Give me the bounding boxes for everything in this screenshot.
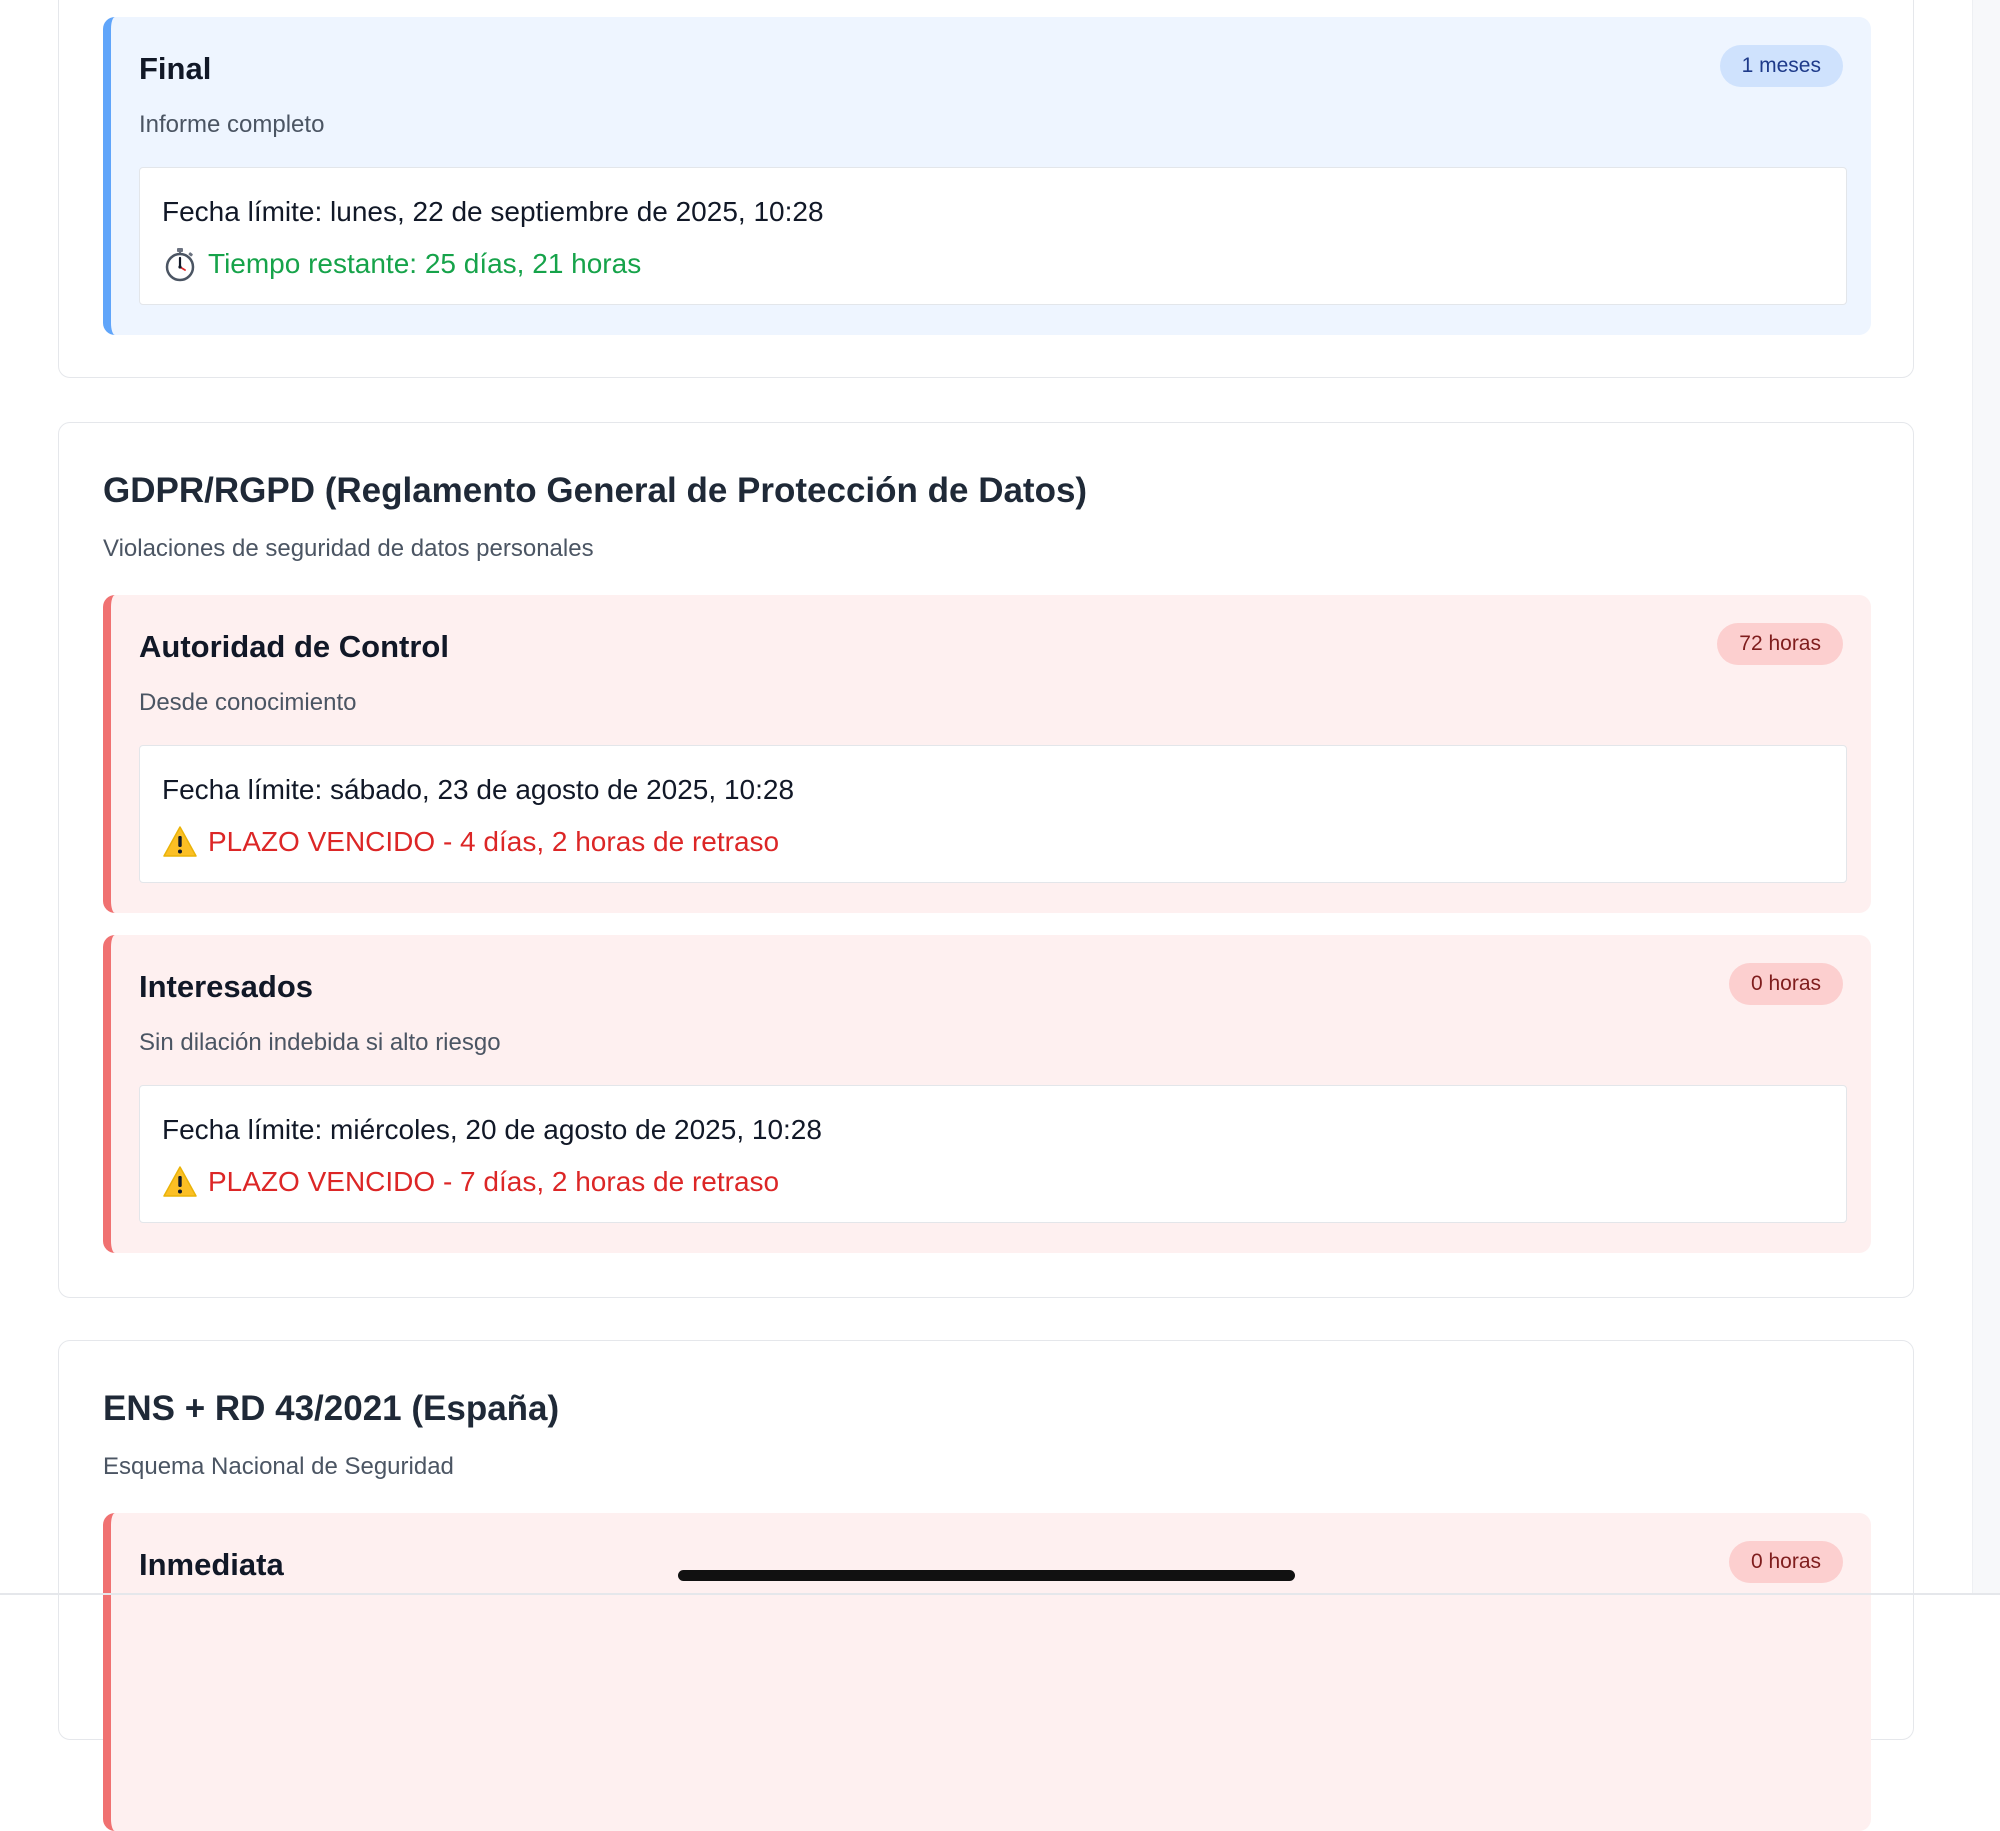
deadline-card-autoridad: Autoridad de Control 72 horas Desde cono… [103,595,1871,913]
deadline-date: Fecha límite: lunes, 22 de septiembre de… [162,196,824,227]
deadline-date: Fecha límite: miércoles, 20 de agosto de… [162,1114,822,1145]
regulation-section-gdpr: GDPR/RGPD (Reglamento General de Protecc… [58,422,1914,1298]
deadline-card-final: Final 1 meses Informe completo Fecha lím… [103,17,1871,335]
stopwatch-icon [165,248,195,282]
home-indicator[interactable] [678,1570,1295,1581]
time-remaining-text: Tiempo restante: 25 días, 21 horas [208,248,642,279]
deadline-description: Informe completo [139,111,325,138]
warning-icon [163,1166,197,1197]
deadline-description: Desde conocimiento [139,689,357,716]
regulation-section-ens: ENS + RD 43/2021 (España) Esquema Nacion… [58,1340,1914,1831]
section-subtitle: Esquema Nacional de Seguridad [103,1453,454,1480]
deadline-date-box: Fecha límite: lunes, 22 de septiembre de… [139,167,1847,305]
duration-badge: 0 horas [1728,963,1843,1005]
duration-badge: 1 meses [1719,45,1843,87]
deadline-title: Inmediata [139,1547,284,1582]
section-subtitle: Violaciones de seguridad de datos person… [103,535,594,562]
deadline-card-inmediata: Inmediata 0 horas [103,1513,1871,1831]
deadline-description: Sin dilación indebida si alto riesgo [139,1029,501,1056]
overdue-status: PLAZO VENCIDO - 4 días, 2 horas de retra… [162,824,779,860]
deadline-title: Interesados [139,969,314,1004]
deadline-title: Autoridad de Control [139,629,449,664]
deadline-date-box: Fecha límite: miércoles, 20 de agosto de… [139,1085,1847,1223]
regulation-section: Final 1 meses Informe completo Fecha lím… [58,0,1914,378]
overdue-status: PLAZO VENCIDO - 7 días, 2 horas de retra… [162,1164,779,1200]
section-title: GDPR/RGPD (Reglamento General de Protecc… [103,471,1088,510]
duration-badge: 0 horas [1728,1541,1843,1583]
deadline-date-box: Fecha límite: sábado, 23 de agosto de 20… [139,745,1847,883]
scrollbar-track[interactable] [1972,0,2000,1595]
section-title: ENS + RD 43/2021 (España) [103,1389,560,1428]
warning-icon [163,826,197,857]
duration-badge: 72 horas [1717,623,1843,665]
overdue-text: PLAZO VENCIDO - 7 días, 2 horas de retra… [208,1166,780,1197]
overdue-text: PLAZO VENCIDO - 4 días, 2 horas de retra… [208,826,780,857]
deadline-title: Final [139,51,212,86]
time-remaining-status: Tiempo restante: 25 días, 21 horas [162,246,641,282]
deadline-card-interesados: Interesados 0 horas Sin dilación indebid… [103,935,1871,1253]
deadline-date: Fecha límite: sábado, 23 de agosto de 20… [162,774,795,805]
